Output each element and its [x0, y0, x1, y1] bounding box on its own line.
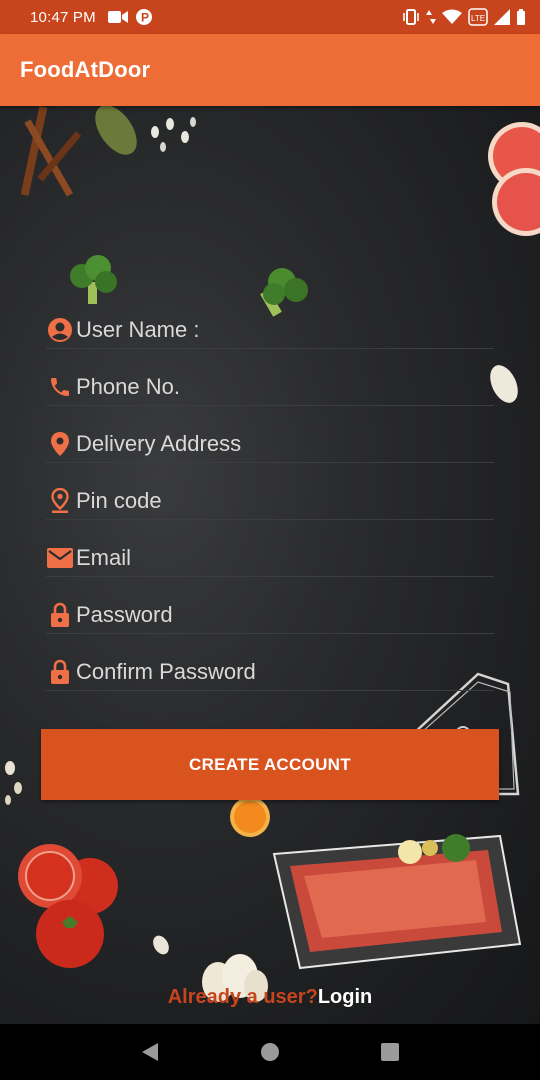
- seeds-decoration-2: [5, 761, 22, 805]
- email-icon: [46, 544, 74, 572]
- email-placeholder: Email: [76, 545, 132, 570]
- parking-app-icon: P: [135, 9, 152, 25]
- grapefruit-decoration: [488, 122, 540, 236]
- confirm-password-placeholder: Confirm Password: [76, 659, 256, 684]
- registration-form: User Name : Phone No. Delivery Address P…: [46, 292, 494, 691]
- video-camera-icon: [107, 11, 128, 23]
- cinnamon-decoration: [20, 106, 82, 197]
- app-title: FoodAtDoor: [20, 57, 151, 82]
- status-bar: 10:47 PM P LTE: [0, 0, 540, 34]
- svg-text:P: P: [141, 11, 149, 25]
- battery-icon: [517, 9, 525, 25]
- username-field[interactable]: User Name :: [46, 292, 494, 349]
- already-user-text: Already a user?: [167, 986, 318, 1008]
- signal-icon: [494, 9, 510, 25]
- back-icon[interactable]: [140, 1042, 160, 1062]
- lock-icon: [46, 601, 74, 629]
- phone-icon: [46, 373, 74, 401]
- password-placeholder: Password: [76, 602, 173, 627]
- status-time: 10:47 PM: [30, 8, 96, 26]
- confirm-password-field[interactable]: Confirm Password: [46, 634, 494, 691]
- create-account-button[interactable]: CREATE ACCOUNT: [41, 729, 499, 800]
- address-placeholder: Delivery Address: [76, 431, 242, 456]
- password-field[interactable]: Password: [46, 577, 494, 634]
- clove-decoration: [153, 935, 169, 955]
- home-icon[interactable]: [260, 1042, 280, 1062]
- status-left-icons: P: [107, 9, 152, 25]
- phone-placeholder: Phone No.: [76, 374, 180, 399]
- salmon-tray-decoration: [272, 834, 522, 970]
- login-prompt: Already a user?Login: [0, 986, 540, 1009]
- volte-icon: LTE: [468, 8, 488, 26]
- data-arrows-icon: [426, 10, 436, 24]
- pincode-field[interactable]: Pin code: [46, 463, 494, 520]
- app-bar: FoodAtDoor: [0, 34, 540, 106]
- leaf-decoration: [95, 106, 137, 155]
- status-right-icons: LTE: [402, 8, 526, 26]
- orange-slice-decoration: [230, 797, 270, 837]
- login-link[interactable]: Login: [318, 986, 372, 1008]
- account-circle-icon: [46, 316, 74, 344]
- wifi-icon: [442, 9, 462, 24]
- seeds-decoration: [151, 117, 196, 152]
- pin-drop-icon: [46, 487, 74, 515]
- pincode-placeholder: Pin code: [76, 488, 162, 513]
- navigation-bar: [0, 1024, 540, 1080]
- tomatoes-decoration: [18, 844, 118, 968]
- lock-icon: [46, 658, 74, 686]
- recents-icon[interactable]: [380, 1042, 400, 1062]
- svg-text:LTE: LTE: [471, 14, 485, 23]
- vibrate-icon: [403, 9, 419, 25]
- email-field[interactable]: Email: [46, 520, 494, 577]
- location-pin-icon: [46, 430, 74, 458]
- address-field[interactable]: Delivery Address: [46, 406, 494, 463]
- username-placeholder: User Name :: [76, 317, 200, 342]
- phone-field[interactable]: Phone No.: [46, 349, 494, 406]
